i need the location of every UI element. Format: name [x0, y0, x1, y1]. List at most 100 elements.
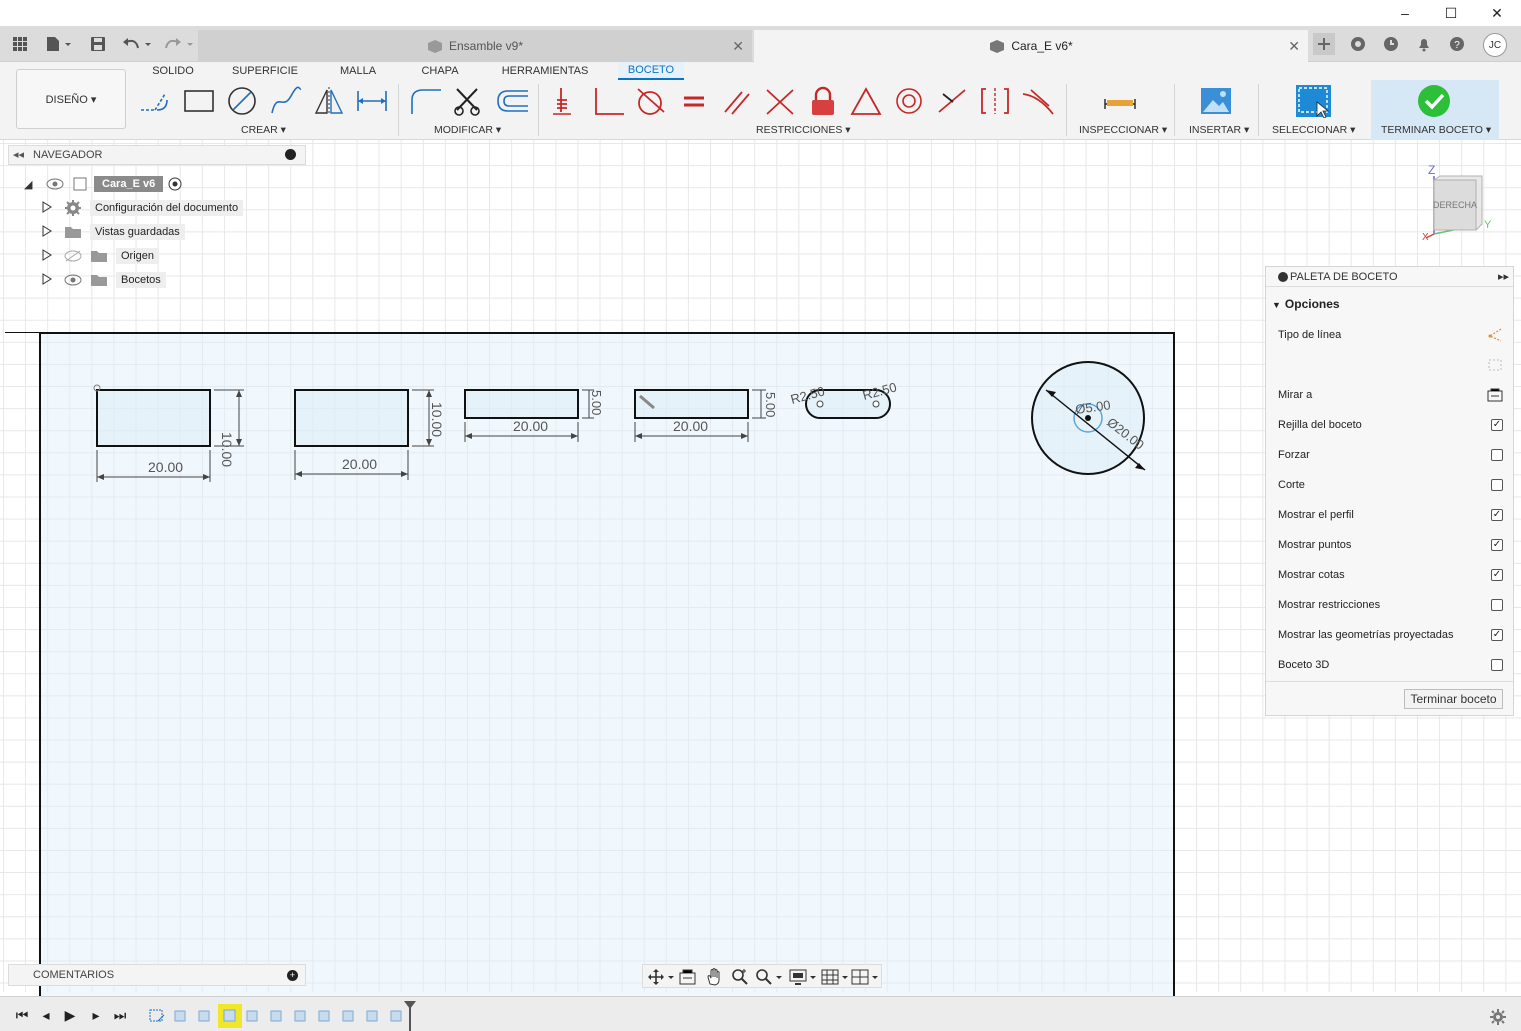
timeline-sketch-icon[interactable] — [148, 1007, 166, 1025]
tree-item-label: Bocetos — [116, 272, 166, 288]
timeline-feature-icon[interactable] — [244, 1007, 262, 1025]
option-3d-sketch[interactable]: Boceto 3D — [1278, 655, 1503, 675]
tree-item-document-settings[interactable]: Configuración del documento — [42, 198, 244, 218]
sketch-grid-checkbox[interactable]: ✓ — [1491, 419, 1503, 431]
option-show-dimensions[interactable]: Mostrar cotas ✓ — [1278, 565, 1503, 585]
viewcube-face-label: DERECHA — [1433, 200, 1477, 210]
palette-title: PALETA DE BOCETO — [1290, 271, 1398, 283]
option-show-constraints[interactable]: Mostrar restricciones — [1278, 595, 1503, 615]
pan-hand-icon[interactable] — [705, 968, 723, 986]
tree-item-label: Configuración del documento — [90, 200, 244, 216]
expand-triangle-icon[interactable] — [42, 272, 56, 288]
timeline-feature-icon[interactable] — [340, 1007, 358, 1025]
tree-item-label: Origen — [116, 248, 160, 264]
snap-checkbox[interactable] — [1491, 449, 1503, 461]
tree-item-label: Vistas guardadas — [90, 224, 185, 240]
folder-icon — [91, 251, 107, 262]
visibility-eye-icon[interactable] — [46, 178, 64, 190]
display-settings-icon[interactable] — [789, 968, 817, 986]
step-back-icon[interactable]: ◂ — [38, 1007, 54, 1023]
option-sketch-grid[interactable]: Rejilla del boceto ✓ — [1278, 415, 1503, 435]
grid-snap-icon[interactable] — [821, 968, 849, 986]
timeline-feature-icon[interactable] — [172, 1007, 190, 1025]
show-points-checkbox[interactable]: ✓ — [1491, 539, 1503, 551]
tree-item-saved-views[interactable]: Vistas guardadas — [42, 222, 185, 242]
step-forward-icon[interactable]: ▸ — [88, 1007, 104, 1023]
option-line-type[interactable]: Tipo de línea — [1278, 325, 1503, 345]
go-to-end-icon[interactable]: ⏭ — [112, 1007, 128, 1023]
viewports-icon[interactable] — [851, 968, 879, 986]
panel-minimize-icon[interactable] — [285, 149, 296, 160]
activate-radio-icon[interactable] — [167, 177, 183, 191]
zoom-icon[interactable] — [755, 968, 783, 986]
timeline-bar: ⏮ ◂ ▶ ▸ ⏭ — [0, 996, 1521, 1031]
collapse-panel-icon[interactable]: ◂◂ — [13, 148, 24, 161]
collapse-triangle-icon[interactable]: ◢ — [24, 178, 38, 191]
timeline-feature-icon[interactable] — [268, 1007, 286, 1025]
folder-icon — [65, 227, 81, 238]
visibility-eye-icon[interactable] — [64, 274, 82, 286]
navigator-title: NAVEGADOR — [33, 149, 103, 161]
option-look-at[interactable]: Mirar a — [1278, 385, 1503, 405]
navigation-bar — [642, 964, 882, 988]
tree-root[interactable]: ◢ Cara_E v6 — [24, 174, 183, 194]
expand-triangle-icon[interactable] — [42, 248, 56, 264]
comments-panel: COMENTARIOS + — [8, 964, 306, 986]
option-show-projected[interactable]: Mostrar las geometrías proyectadas ✓ — [1278, 625, 1503, 645]
sketch-rectangle — [96, 389, 211, 447]
option-show-points[interactable]: Mostrar puntos ✓ — [1278, 535, 1503, 555]
palette-minimize-icon[interactable] — [1278, 272, 1288, 282]
timeline-feature-icon[interactable] — [292, 1007, 310, 1025]
palette-header: PALETA DE BOCETO ▸▸ — [1266, 267, 1513, 287]
option-construction[interactable] — [1278, 355, 1503, 375]
dim-r4-height: 5.00 — [763, 392, 778, 417]
expand-palette-icon[interactable]: ▸▸ — [1498, 270, 1509, 283]
timeline-marker[interactable] — [402, 997, 418, 1031]
show-dimensions-checkbox[interactable]: ✓ — [1491, 569, 1503, 581]
timeline-feature-icon[interactable] — [364, 1007, 382, 1025]
timeline-feature-icon[interactable] — [316, 1007, 334, 1025]
gear-icon — [65, 200, 81, 216]
expand-triangle-icon[interactable] — [42, 200, 56, 216]
sketch-palette: PALETA DE BOCETO ▸▸ ▼ Opciones Tipo de lí… — [1265, 266, 1514, 716]
orbit-icon[interactable] — [647, 968, 675, 986]
section-collapse-icon[interactable]: ▼ — [1272, 300, 1281, 310]
dim-r2-height: 10.00 — [429, 402, 445, 437]
construction-icon[interactable] — [1487, 357, 1503, 373]
browser-panel-header: ◂◂ NAVEGADOR — [8, 145, 306, 165]
hidden-eye-icon[interactable] — [64, 250, 82, 262]
show-constraints-checkbox[interactable] — [1491, 599, 1503, 611]
option-slice[interactable]: Corte — [1278, 475, 1503, 495]
look-at-icon[interactable] — [679, 968, 697, 986]
sketch-rectangle — [634, 389, 749, 419]
dim-r3-height: 5.00 — [589, 390, 604, 415]
finish-sketch-button[interactable]: Terminar boceto — [1404, 689, 1503, 709]
slice-checkbox[interactable] — [1491, 479, 1503, 491]
svg-text:Y: Y — [1484, 219, 1492, 231]
look-at-icon[interactable] — [1487, 387, 1503, 403]
go-to-start-icon[interactable]: ⏮ — [14, 1007, 30, 1023]
linetype-icon[interactable] — [1487, 327, 1503, 343]
option-show-profile[interactable]: Mostrar el perfil ✓ — [1278, 505, 1503, 525]
timeline-active-sketch-icon[interactable] — [218, 1004, 242, 1028]
tree-item-sketches[interactable]: Bocetos — [42, 270, 166, 290]
expand-triangle-icon[interactable] — [42, 224, 56, 240]
dim-r4-width: 20.00 — [673, 418, 708, 434]
comments-title: COMENTARIOS — [33, 969, 115, 981]
dim-r1-height: 10.00 — [219, 432, 235, 467]
play-icon[interactable]: ▶ — [62, 1007, 78, 1023]
sketch-rectangle — [464, 389, 579, 419]
view-cube[interactable]: Z Y X DERECHA — [1420, 162, 1500, 242]
timeline-feature-icon[interactable] — [196, 1007, 214, 1025]
svg-text:Z: Z — [1428, 163, 1435, 177]
show-profile-checkbox[interactable]: ✓ — [1491, 509, 1503, 521]
option-snap[interactable]: Forzar — [1278, 445, 1503, 465]
add-comment-icon[interactable]: + — [287, 970, 298, 981]
options-section-header[interactable]: ▼ Opciones — [1272, 297, 1340, 311]
tree-item-origin[interactable]: Origen — [42, 246, 160, 266]
3d-sketch-checkbox[interactable] — [1491, 659, 1503, 671]
zoom-window-icon[interactable] — [731, 968, 749, 986]
timeline-settings-gear-icon[interactable] — [1490, 1009, 1506, 1025]
svg-text:X: X — [1422, 232, 1429, 242]
show-projected-checkbox[interactable]: ✓ — [1491, 629, 1503, 641]
